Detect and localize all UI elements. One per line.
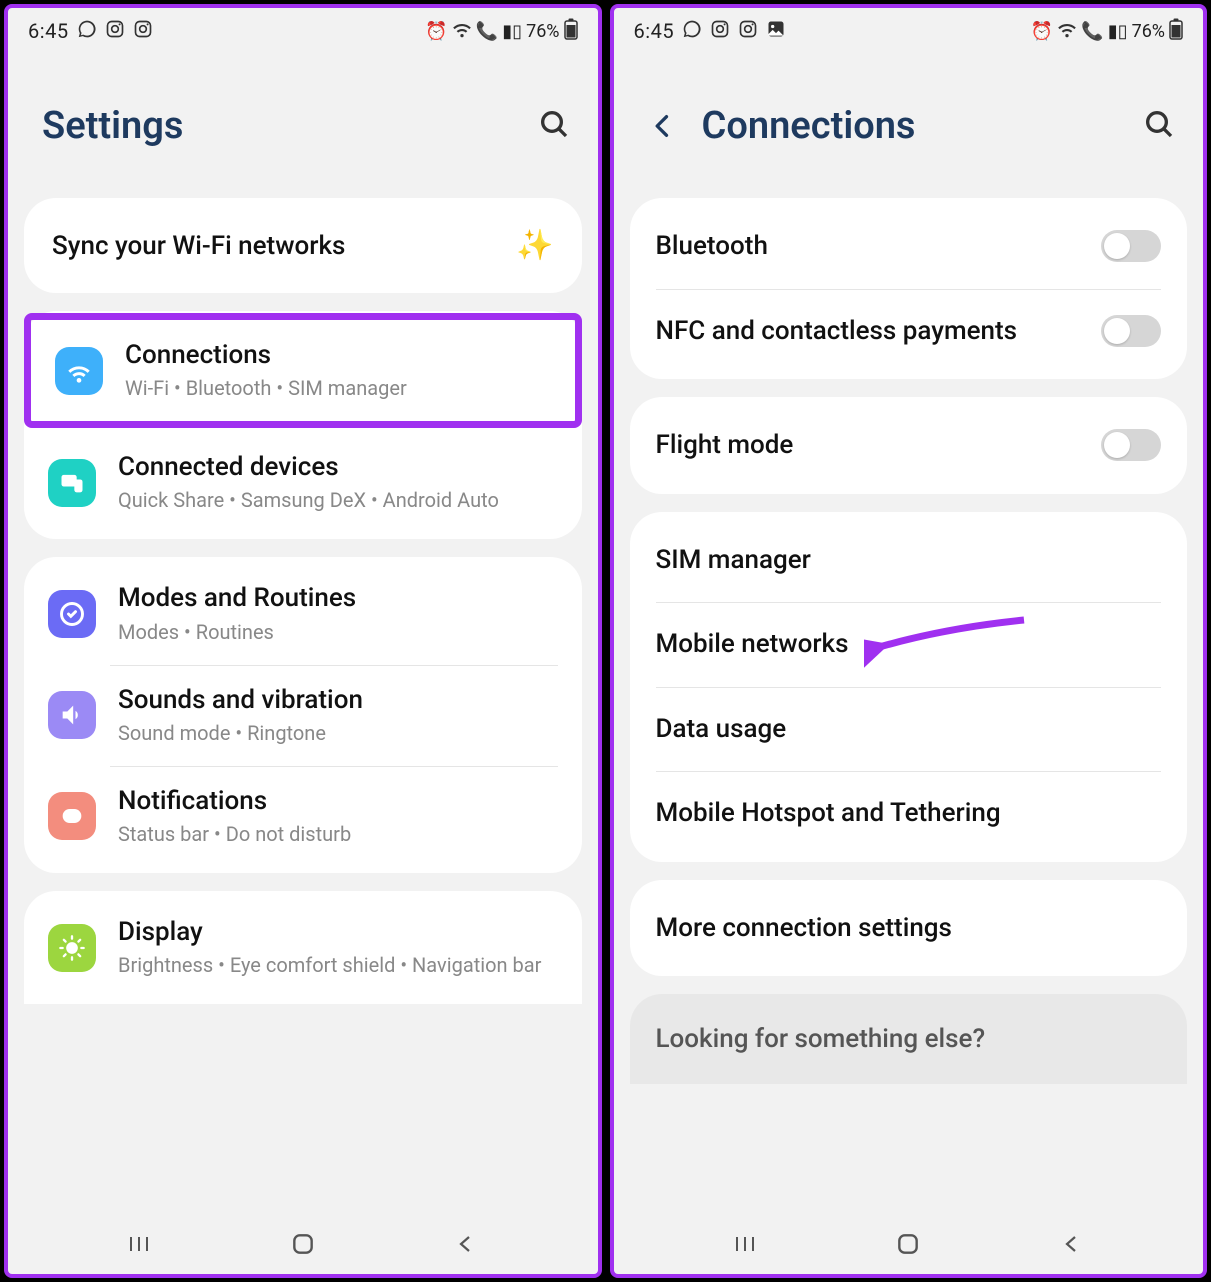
settings-group-1: Connections Wi-Fi • Bluetooth • SIM mana… [24,311,582,539]
whatsapp-icon [77,19,97,44]
row-sub: Brightness • Eye comfort shield • Naviga… [118,952,558,978]
nav-back[interactable] [1060,1232,1084,1256]
wifi-icon [452,19,472,44]
header: Connections [614,54,1204,198]
nav-recent[interactable] [127,1232,151,1256]
whatsapp-icon [682,19,702,44]
instagram-icon [105,19,125,44]
nav-home[interactable] [290,1231,316,1257]
row-sub: Status bar • Do not disturb [118,821,558,847]
flight-mode-toggle[interactable] [1101,429,1161,461]
page-title: Connections [702,104,916,148]
row-sub: Quick Share • Samsung DeX • Android Auto [118,487,558,513]
row-flight-mode[interactable]: Flight mode [630,403,1188,488]
row-modes[interactable]: Modes and Routines Modes • Routines [24,563,582,664]
promo-text: Sync your Wi-Fi networks [52,231,345,261]
nav-bar [8,1214,598,1274]
back-button[interactable] [648,112,678,140]
sound-icon [48,691,96,739]
page-title: Settings [42,104,183,148]
conn-group-3: SIM manager Mobile networks Data usage M… [630,512,1188,862]
settings-group-3: Display Brightness • Eye comfort shield … [24,891,582,1004]
row-title: Display [118,917,558,948]
instagram-icon [710,19,730,44]
row-title: Sounds and vibration [118,685,558,716]
wifi-icon [1057,19,1077,44]
settings-screen: 6:45 ⏰ 📞 ▮▯ 76% Settings [4,4,602,1278]
row-title: Modes and Routines [118,583,558,614]
volte-icon: 📞 [476,21,498,42]
nav-home[interactable] [895,1231,921,1257]
signal-icon: ▮▯ [1108,21,1128,42]
settings-content: Sync your Wi-Fi networks ✨ Connections W… [8,198,598,1214]
row-title: Mobile Hotspot and Tethering [656,797,1001,830]
looking-text: Looking for something else? [656,1024,1162,1054]
wifi-icon-tile [55,347,103,395]
volte-icon: 📞 [1081,21,1103,42]
row-nfc[interactable]: NFC and contactless payments [630,289,1188,374]
row-notifications[interactable]: Notifications Status bar • Do not distur… [24,766,582,867]
row-title: NFC and contactless payments [656,315,1018,348]
status-bar: 6:45 ⏰ 📞 ▮▯ 76% [614,8,1204,54]
conn-group-1: Bluetooth NFC and contactless payments [630,198,1188,379]
alarm-icon: ⏰ [1031,21,1053,42]
routines-icon [48,590,96,638]
row-title: SIM manager [656,544,811,577]
row-title: Bluetooth [656,230,768,263]
devices-icon [48,459,96,507]
nav-back[interactable] [454,1232,478,1256]
battery-pct: 76% [1132,21,1165,42]
row-hotspot[interactable]: Mobile Hotspot and Tethering [630,771,1188,856]
row-display[interactable]: Display Brightness • Eye comfort shield … [24,897,582,998]
instagram-icon-2 [738,19,758,44]
display-icon [48,924,96,972]
row-title: Connections [125,340,551,371]
row-title: Data usage [656,713,787,746]
conn-group-4: More connection settings [630,880,1188,977]
status-bar: 6:45 ⏰ 📞 ▮▯ 76% [8,8,598,54]
signal-icon: ▮▯ [502,21,522,42]
row-title: More connection settings [656,912,952,945]
bluetooth-toggle[interactable] [1101,230,1161,262]
nav-recent[interactable] [733,1232,757,1256]
battery-pct: 76% [526,21,559,42]
status-time: 6:45 [634,19,675,43]
notification-icon [48,792,96,840]
sync-wifi-promo[interactable]: Sync your Wi-Fi networks ✨ [24,198,582,293]
row-sub: Sound mode • Ringtone [118,720,558,746]
search-button[interactable] [538,108,570,144]
battery-icon [1169,18,1183,45]
row-more-settings[interactable]: More connection settings [630,886,1188,971]
row-title: Notifications [118,786,558,817]
connections-content: Bluetooth NFC and contactless payments F… [614,198,1204,1214]
sparkle-icon: ✨ [516,228,553,263]
header: Settings [8,54,598,198]
row-title: Flight mode [656,429,794,462]
status-time: 6:45 [28,19,69,43]
search-button[interactable] [1143,108,1175,144]
battery-icon [564,18,578,45]
row-sub: Modes • Routines [118,619,558,645]
row-bluetooth[interactable]: Bluetooth [630,204,1188,289]
row-title: Connected devices [118,452,558,483]
instagram-icon-2 [133,19,153,44]
row-sub: Wi-Fi • Bluetooth • SIM manager [125,375,551,401]
settings-group-2: Modes and Routines Modes • Routines Soun… [24,557,582,873]
nav-bar [614,1214,1204,1274]
looking-for-card[interactable]: Looking for something else? [630,994,1188,1084]
connections-highlight: Connections Wi-Fi • Bluetooth • SIM mana… [24,313,582,428]
row-data-usage[interactable]: Data usage [630,687,1188,772]
row-title: Mobile networks [656,628,849,661]
conn-group-2: Flight mode [630,397,1188,494]
connections-screen: 6:45 ⏰ 📞 ▮▯ 76% [610,4,1208,1278]
row-mobile-networks[interactable]: Mobile networks [630,602,1188,687]
image-icon [766,19,786,44]
row-connections[interactable]: Connections Wi-Fi • Bluetooth • SIM mana… [31,320,575,421]
row-sounds[interactable]: Sounds and vibration Sound mode • Ringto… [24,665,582,766]
alarm-icon: ⏰ [425,21,447,42]
row-sim-manager[interactable]: SIM manager [630,518,1188,603]
row-connected-devices[interactable]: Connected devices Quick Share • Samsung … [24,432,582,533]
nfc-toggle[interactable] [1101,315,1161,347]
